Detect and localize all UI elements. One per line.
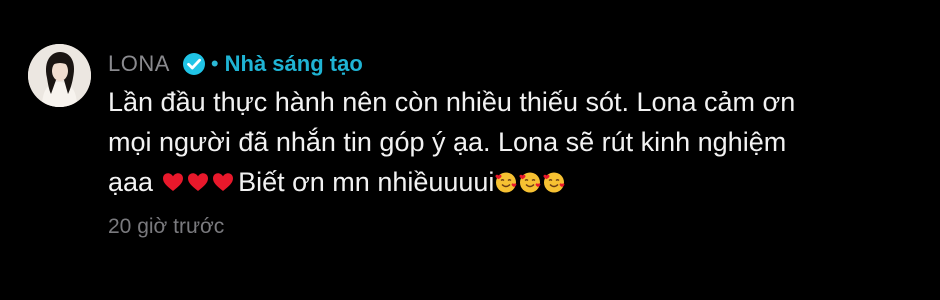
smiling-face-with-hearts-icon <box>519 172 541 193</box>
red-heart-icon <box>213 173 234 191</box>
creator-badge: Nhà sáng tạo <box>224 51 363 76</box>
verified-check-icon <box>182 52 206 76</box>
username[interactable]: LONA <box>108 51 170 77</box>
comment-line-text: Biết ơn mn nhiềuuuui <box>238 167 495 197</box>
comment-item: LONA • Nhà sáng tạo Lần đầu thực hành nê… <box>28 44 928 239</box>
avatar[interactable] <box>28 44 91 107</box>
comment-line: ạaa Biết ơn mn nhiềuuuui <box>108 162 908 202</box>
comment-line: mọi người đã nhắn tin góp ý ạa. Lona sẽ … <box>108 127 787 157</box>
smiling-face-with-hearts-icon <box>495 172 517 193</box>
comment-line-text: ạaa <box>108 167 154 197</box>
comment-line: Lần đầu thực hành nên còn nhiều thiếu só… <box>108 87 796 117</box>
red-heart-icon <box>163 173 184 191</box>
comment-timestamp: 20 giờ trước <box>108 215 225 238</box>
red-heart-icon <box>188 173 209 191</box>
separator-dot: • <box>210 51 219 76</box>
smiling-face-with-hearts-icon <box>543 172 565 193</box>
comment-text: Lần đầu thực hành nên còn nhiều thiếu só… <box>108 82 908 202</box>
